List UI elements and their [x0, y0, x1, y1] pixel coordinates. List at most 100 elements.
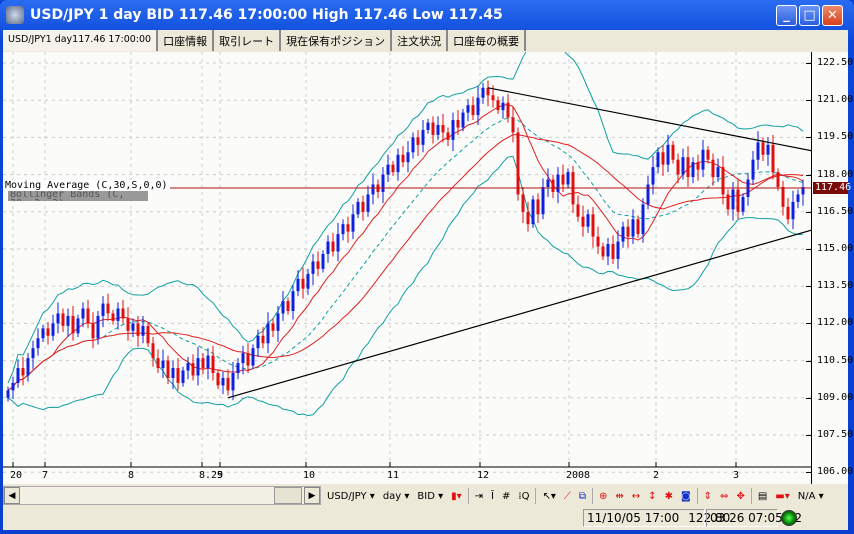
divider: [750, 488, 752, 504]
reset-zoom-icon[interactable]: ◙: [679, 491, 693, 502]
crosshair-icon[interactable]: ⁞Q: [516, 491, 531, 502]
tab-positions[interactable]: 現在保有ポジション: [281, 30, 393, 51]
expand-horizontal-icon[interactable]: ↔: [630, 491, 642, 502]
x-tick-label: 11: [387, 470, 400, 481]
chart-plot[interactable]: [3, 52, 811, 484]
candle-body: [81, 308, 85, 319]
candle-body: [511, 117, 515, 133]
mode-dropdown[interactable]: N/A ▾: [796, 491, 826, 502]
candle-body: [336, 234, 340, 252]
y-tick-label: 122.50: [817, 57, 854, 68]
close-button[interactable]: ✕: [822, 5, 843, 26]
x-tick-label: 7: [42, 470, 49, 481]
candle-body: [561, 174, 565, 185]
candle-body: [791, 201, 795, 220]
candle-body: [276, 313, 280, 331]
expand-vertical-icon[interactable]: ↕: [646, 491, 658, 502]
tab-account-info[interactable]: 口座情報: [158, 30, 215, 51]
shift-right-icon[interactable]: ⇥: [473, 491, 485, 502]
fit-vertical-icon[interactable]: ⇕: [702, 491, 714, 502]
candle-type-icon[interactable]: ▮▾: [449, 491, 464, 502]
candle-body: [36, 338, 40, 349]
tab-chart[interactable]: USD/JPY1 day117.46 17:00:00: [3, 30, 159, 51]
tab-bar: USD/JPY1 day117.46 17:00:00 口座情報 取引レート 現…: [3, 30, 527, 52]
candle-body: [596, 236, 600, 247]
candle-body: [531, 199, 535, 225]
price-chart[interactable]: 122.50 121.00 119.50 118.00 116.50 115.00 113.…: [3, 52, 853, 484]
zoom-in-icon[interactable]: ⊕: [597, 491, 609, 502]
rectangle-icon[interactable]: ⧉: [577, 491, 588, 502]
candle-body: [751, 159, 755, 180]
symbol-dropdown[interactable]: USD/JPY ▾: [325, 491, 377, 502]
candle-body: [461, 112, 465, 128]
indicator-label-bollinger[interactable]: Bollinger Bands (C, 20, 2, 2): [8, 190, 148, 201]
candle-body: [476, 97, 480, 116]
scale-icon[interactable]: Ī: [489, 491, 496, 502]
fit-all-icon[interactable]: ✥: [734, 491, 746, 502]
candle-body: [701, 149, 705, 170]
tab-rates[interactable]: 取引レート: [214, 30, 282, 51]
candle-body: [31, 348, 35, 359]
trendline-icon[interactable]: ⟋: [562, 491, 573, 502]
scroll-right-button[interactable]: ▶: [304, 487, 320, 504]
clock: 03 26 07:05:22: [706, 509, 802, 527]
candle-body: [651, 167, 655, 185]
connection-status-icon: [781, 510, 797, 526]
candle-body: [21, 368, 25, 376]
horizontal-scrollbar[interactable]: ◀ ▶: [3, 486, 321, 505]
line-style-icon[interactable]: ▬▾: [773, 491, 791, 502]
candle-body: [221, 377, 225, 386]
scroll-left-button[interactable]: ◀: [4, 487, 20, 504]
cursor-readout: 11/10/05 17:00 122.80: [583, 509, 730, 527]
grid-icon[interactable]: #: [500, 491, 512, 502]
pointer-icon[interactable]: ↖▾: [540, 491, 557, 502]
compress-horizontal-icon[interactable]: ⇹: [613, 491, 625, 502]
fit-horizontal-icon[interactable]: ⇔: [718, 491, 730, 502]
candle-body: [266, 323, 270, 344]
candle-body: [241, 353, 245, 364]
candle-body: [26, 358, 30, 376]
candle-body: [116, 308, 120, 321]
y-tick: [806, 211, 812, 213]
scroll-thumb[interactable]: [274, 487, 302, 504]
maximize-button[interactable]: □: [799, 5, 820, 26]
tab-account-summary[interactable]: 口座毎の概要: [448, 30, 527, 51]
candle-body: [736, 189, 740, 212]
indicator-icon[interactable]: ▤: [756, 491, 769, 502]
compress-vertical-icon[interactable]: ✱: [663, 491, 675, 502]
candle-body: [761, 142, 765, 155]
candle-body: [666, 144, 670, 165]
candle-body: [366, 194, 370, 212]
candle-body: [246, 353, 250, 366]
side-dropdown[interactable]: BID ▾: [415, 491, 445, 502]
candle-body: [741, 196, 745, 212]
chart-toolbar: ◀ ▶ USD/JPY ▾ day ▾ BID ▾ ▮▾ ⇥ Ī # ⁞Q ↖▾…: [3, 486, 848, 506]
candle-body: [456, 120, 460, 128]
candle-body: [426, 122, 430, 130]
candle-body: [231, 373, 235, 391]
y-tick-label: 115.00: [817, 243, 854, 254]
x-tick-label: 2008: [566, 470, 591, 481]
candle-body: [51, 323, 55, 336]
candle-body: [451, 120, 455, 140]
candle-body: [356, 201, 360, 215]
candle-body: [91, 323, 95, 339]
candle-body: [471, 105, 475, 116]
candle-body: [6, 390, 10, 398]
tab-orders[interactable]: 注文状況: [392, 30, 449, 51]
divider: [535, 488, 537, 504]
interval-dropdown[interactable]: day ▾: [381, 491, 412, 502]
candle-body: [256, 335, 260, 349]
candle-body: [671, 144, 675, 160]
minimize-button[interactable]: _: [776, 5, 797, 26]
x-tick-label: 8: [128, 470, 135, 481]
candle-body: [601, 246, 605, 257]
y-tick-label: 113.50: [817, 280, 854, 292]
candle-body: [286, 301, 290, 311]
y-tick: [806, 286, 812, 288]
candle-body: [756, 142, 760, 160]
candle-body: [516, 132, 520, 195]
cursor-time: 11/10/05 17:00: [587, 511, 680, 525]
indicator-label-ma[interactable]: Moving Average (C,30,S,0,0): [3, 180, 170, 191]
candle-body: [136, 323, 140, 336]
